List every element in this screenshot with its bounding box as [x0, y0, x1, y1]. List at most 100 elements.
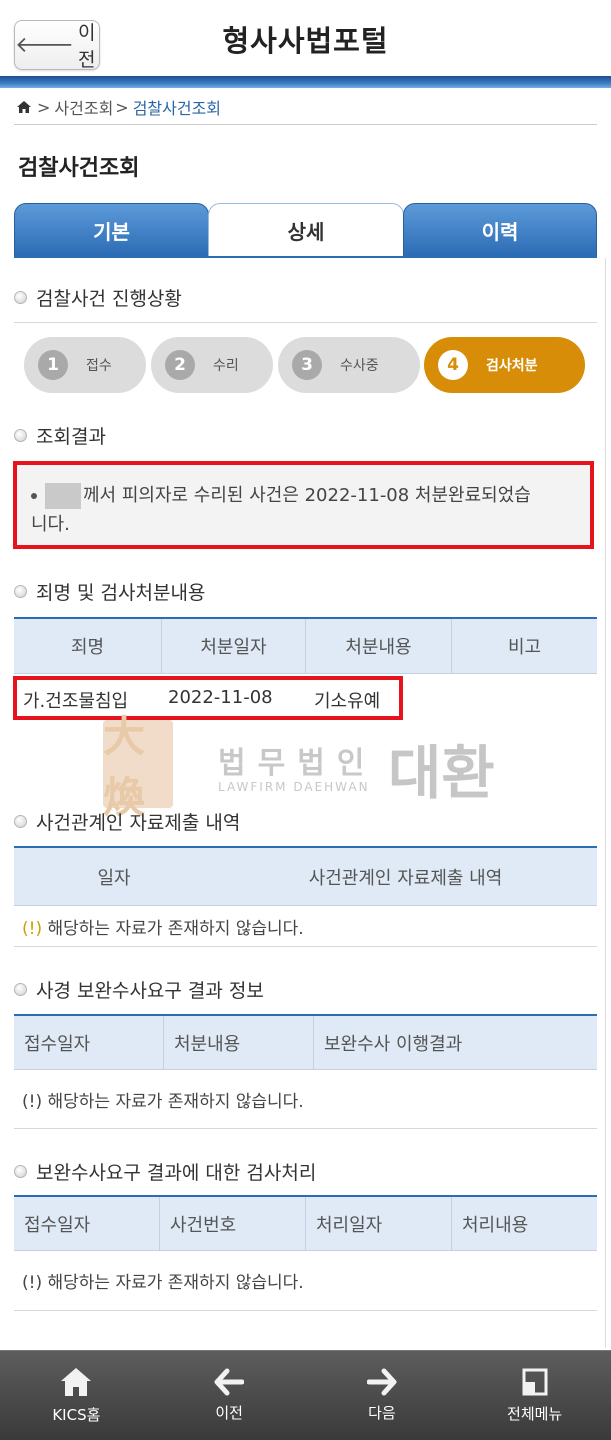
column-header: 일자 [97, 867, 131, 889]
prosecution-table-header: 접수일자 사건번호 처리일자 처리내용 [14, 1195, 597, 1251]
section-title-text: 검찰사건 진행상황 [36, 288, 182, 310]
column-header: 처리내용 [462, 1214, 529, 1236]
step-label: 접수 [86, 358, 112, 374]
column-header: 처분내용 [306, 619, 452, 673]
step-label: 검사처분 [486, 358, 538, 374]
watermark-big-text: 대환 [388, 739, 495, 807]
nav-full-menu[interactable]: 전체메뉴 [458, 1351, 611, 1440]
alert-icon: (!) [22, 1273, 43, 1293]
section-prosecution-title: 보완수사요구 결과에 대한 검사처리 [14, 1158, 316, 1185]
nav-kics-home[interactable]: KICS홈 [0, 1351, 153, 1440]
watermark-korean: 법무법인 [218, 746, 377, 781]
page-header-title: 형사사법포털 [222, 24, 389, 58]
arrow-right-icon [366, 1368, 397, 1396]
breadcrumb-item-prosecution-lookup[interactable]: 검찰사건조회 [133, 95, 221, 119]
menu-icon [522, 1368, 548, 1396]
column-header: 접수일자 [14, 1016, 164, 1069]
list-bullet-icon [31, 493, 37, 499]
divider [14, 1128, 597, 1129]
section-title-text: 죄명 및 검사처분내용 [36, 582, 206, 604]
column-header: 보완수사 이행결과 [324, 1033, 463, 1055]
nav-label: KICS홈 [52, 1406, 101, 1424]
redacted-name [45, 483, 81, 509]
crime-name-cell: 가.건조물침입 [23, 691, 129, 712]
section-disposition-title: 죄명 및 검사처분내용 [14, 578, 205, 605]
section-bullet-icon [14, 585, 27, 598]
breadcrumb: > 사건조회 > 검찰사건조회 [16, 94, 221, 120]
step-number: 4 [438, 350, 468, 380]
section-result-title: 조회결과 [14, 422, 106, 449]
column-header: 처리일자 [306, 1197, 452, 1250]
tab-detail[interactable]: 상세 [208, 203, 404, 257]
watermark-logo: 大煥 [103, 712, 173, 822]
column-header: 접수일자 [14, 1197, 160, 1250]
section-supplement-title: 사경 보완수사요구 결과 정보 [14, 976, 264, 1003]
step-number: 2 [165, 350, 195, 380]
progress-step-investigating: 3 수사중 [278, 337, 420, 393]
header: 🡐 이전 형사사법포털 [0, 0, 611, 90]
result-message-box: 께서 피의자로 수리된 사건은 2022-11-08 처분완료되었습 니다. [13, 461, 594, 549]
column-header: 처분일자 [162, 619, 306, 673]
tab-bar: 기본 상세 이력 [14, 203, 597, 257]
column-header: 사건관계인 자료제출 내역 [308, 867, 503, 889]
section-submission-title: 사건관계인 자료제출 내역 [14, 808, 240, 835]
disposition-date-cell: 2022-11-08 [168, 687, 273, 708]
nav-label: 이전 [215, 1404, 243, 1422]
nav-label: 다음 [368, 1404, 396, 1422]
arrow-left-icon [214, 1368, 245, 1396]
result-text-line1: 께서 피의자로 수리된 사건은 2022-11-08 처분완료되었습 [83, 485, 531, 506]
content-right-border [605, 258, 606, 1348]
breadcrumb-separator: > [115, 97, 129, 117]
watermark-english: LAWFIRM DAEHWAN [218, 780, 370, 794]
bottom-navigation: KICS홈 이전 다음 전체메뉴 [0, 1350, 611, 1440]
nav-previous[interactable]: 이전 [153, 1351, 306, 1440]
page-title: 검찰사건조회 [18, 156, 140, 181]
column-header: 비고 [507, 637, 542, 658]
column-header: 죄명 [14, 619, 162, 673]
nav-next[interactable]: 다음 [306, 1351, 459, 1440]
divider [14, 124, 597, 125]
home-icon[interactable] [16, 100, 32, 114]
progress-step-prosecutor-disposition: 4 검사처분 [424, 337, 585, 393]
step-number: 3 [292, 350, 322, 380]
step-label: 수사중 [340, 358, 379, 374]
disposition-table-header: 죄명 처분일자 처분내용 비고 [14, 617, 597, 674]
empty-message-text: 해당하는 자료가 존재하지 않습니다. [47, 919, 304, 939]
law-firm-watermark: 大煥 법무법인 LAWFIRM DAEHWAN 대환 [100, 712, 520, 822]
section-bullet-icon [14, 291, 27, 304]
disposition-content-cell: 기소유예 [314, 691, 381, 712]
empty-message-text: 해당하는 자료가 존재하지 않습니다. [47, 1273, 304, 1293]
column-header: 처분내용 [164, 1016, 314, 1069]
breadcrumb-item-case-lookup[interactable]: 사건조회 [54, 95, 113, 119]
submission-table-header: 일자 사건관계인 자료제출 내역 [14, 846, 597, 906]
empty-message: (!) 해당하는 자료가 존재하지 않습니다. [22, 1268, 304, 1293]
empty-message: (!) 해당하는 자료가 존재하지 않습니다. [22, 1087, 304, 1112]
step-label: 수리 [213, 358, 239, 374]
supplement-table-header: 접수일자 처분내용 보완수사 이행결과 [14, 1014, 597, 1070]
tab-history[interactable]: 이력 [403, 203, 597, 257]
section-title-text: 조회결과 [36, 426, 106, 448]
section-progress-title: 검찰사건 진행상황 [14, 284, 182, 311]
tab-underline [14, 256, 597, 258]
section-bullet-icon [14, 815, 27, 828]
nav-label: 전체메뉴 [507, 1405, 563, 1423]
divider [14, 322, 597, 323]
breadcrumb-separator: > [37, 97, 51, 117]
step-number: 1 [38, 350, 68, 380]
alert-icon: (!) [22, 1092, 43, 1112]
section-bullet-icon [14, 429, 27, 442]
section-bullet-icon [14, 983, 27, 996]
empty-message-text: 해당하는 자료가 존재하지 않습니다. [47, 1092, 304, 1112]
section-bullet-icon [14, 1165, 27, 1178]
progress-step-accepted: 2 수리 [151, 337, 273, 393]
table-row: 가.건조물침입 2022-11-08 기소유예 [13, 676, 403, 720]
alert-icon: (!) [22, 919, 43, 939]
empty-message: (!) 해당하는 자료가 존재하지 않습니다. [22, 914, 304, 939]
tab-basic[interactable]: 기본 [14, 203, 209, 257]
progress-step-received: 1 접수 [24, 337, 146, 393]
divider [14, 1310, 597, 1311]
header-stripe [0, 76, 611, 88]
divider [14, 946, 597, 947]
section-title-text: 사건관계인 자료제출 내역 [36, 812, 241, 834]
section-title-text: 사경 보완수사요구 결과 정보 [36, 980, 264, 1002]
